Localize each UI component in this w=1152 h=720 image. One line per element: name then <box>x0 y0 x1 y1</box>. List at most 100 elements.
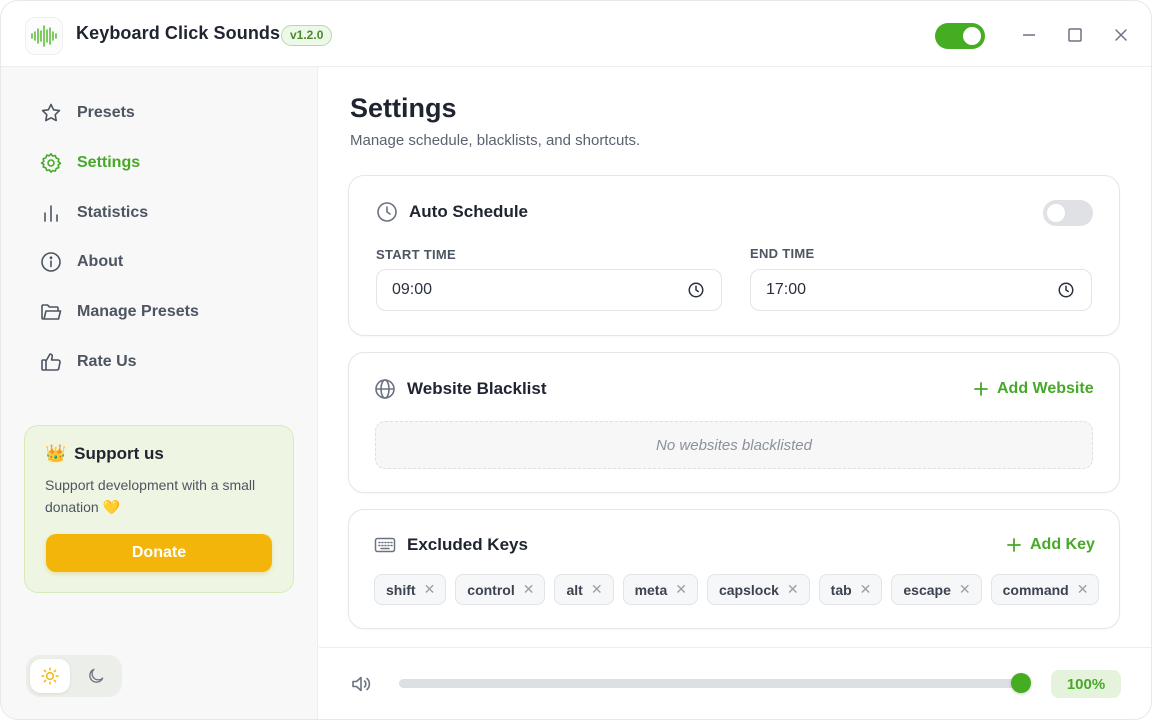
key-chip-label: escape <box>903 581 951 598</box>
add-website-label: Add Website <box>997 380 1094 397</box>
website-blacklist-title: Website Blacklist <box>373 377 547 401</box>
key-chip-escape: escape ✕ <box>891 574 982 605</box>
sidebar-item-statistics[interactable]: Statistics <box>39 199 148 227</box>
info-icon <box>41 252 61 272</box>
end-time-value: 17:00 <box>766 281 807 298</box>
speaker-icon[interactable] <box>349 672 373 696</box>
add-key-button[interactable]: Add Key <box>1006 536 1095 554</box>
excluded-keys-list: shift ✕ control ✕ alt ✕ meta ✕ capslock ✕ tab… <box>374 574 1100 605</box>
auto-schedule-card: Auto Schedule START TIME 09:00 END TIME … <box>348 175 1120 336</box>
add-website-button[interactable]: Add Website <box>973 380 1094 398</box>
toggle-knob <box>1047 204 1065 222</box>
support-card: 👑 Support us Support development with a … <box>24 425 294 593</box>
moon-icon <box>89 668 104 683</box>
app-window: Keyboard Click Sounds v1.2.0 Presets Set… <box>0 0 1152 720</box>
key-chip-label: alt <box>566 581 583 598</box>
crown-icon: 👑 <box>45 444 67 463</box>
support-title: 👑 Support us <box>45 444 164 464</box>
thumbs-up-icon <box>41 353 61 371</box>
remove-key-icon[interactable]: ✕ <box>860 581 872 598</box>
folder-icon <box>41 304 62 320</box>
sidebar-item-rate-us[interactable]: Rate Us <box>39 348 137 376</box>
volume-percent: 100% <box>1051 670 1121 698</box>
key-chip-meta: meta ✕ <box>622 574 698 605</box>
toggle-knob <box>963 27 981 45</box>
card-title-label: Auto Schedule <box>409 202 529 221</box>
key-chip-label: capslock <box>718 581 779 598</box>
star-icon <box>41 103 61 122</box>
close-button[interactable] <box>1109 23 1133 47</box>
sidebar-item-presets[interactable]: Presets <box>39 99 135 127</box>
remove-key-icon[interactable]: ✕ <box>591 581 603 598</box>
sidebar-item-label: About <box>77 253 124 270</box>
bar-chart-icon <box>44 205 58 222</box>
theme-switch <box>26 655 122 697</box>
key-chip-command: command ✕ <box>990 574 1100 605</box>
remove-key-icon[interactable]: ✕ <box>1077 581 1089 598</box>
volume-bar: 100% <box>319 647 1151 719</box>
start-time-value: 09:00 <box>392 281 433 298</box>
clock-icon <box>377 202 397 222</box>
excluded-keys-title: Excluded Keys <box>373 533 528 557</box>
clock-icon <box>1058 282 1074 298</box>
sidebar-item-settings[interactable]: Settings <box>39 149 140 177</box>
remove-key-icon[interactable]: ✕ <box>959 581 971 598</box>
dark-theme-button[interactable] <box>76 659 116 693</box>
app-logo-icon <box>25 17 63 55</box>
add-key-label: Add Key <box>1030 536 1095 553</box>
auto-schedule-toggle[interactable] <box>1043 200 1093 226</box>
volume-slider-fill <box>399 679 1023 688</box>
start-time-label: START TIME <box>376 247 457 262</box>
remove-key-icon[interactable]: ✕ <box>675 581 687 598</box>
volume-slider-track[interactable] <box>399 679 1023 688</box>
sidebar-item-manage-presets[interactable]: Manage Presets <box>39 298 199 326</box>
sidebar-item-label: Presets <box>77 104 135 121</box>
sidebar: Presets Settings Statistics About Manage… <box>1 67 318 719</box>
master-enable-toggle[interactable] <box>935 23 985 49</box>
sun-icon <box>41 667 59 685</box>
card-title-label: Website Blacklist <box>407 379 547 398</box>
key-chip-shift: shift ✕ <box>374 574 447 605</box>
card-title-label: Excluded Keys <box>407 535 528 554</box>
maximize-icon <box>1068 28 1082 42</box>
end-time-label: END TIME <box>750 246 815 261</box>
key-chip-control: control ✕ <box>455 574 546 605</box>
website-blacklist-card: Website Blacklist Add Website No website… <box>348 352 1120 493</box>
sidebar-item-label: Rate Us <box>77 353 137 370</box>
minimize-button[interactable] <box>1017 23 1041 47</box>
key-chip-alt: alt ✕ <box>554 574 614 605</box>
close-icon <box>1115 29 1127 41</box>
remove-key-icon[interactable]: ✕ <box>523 581 535 598</box>
support-description: Support development with a small donatio… <box>45 477 256 515</box>
key-chip-label: tab <box>830 581 852 598</box>
page-subtitle: Manage schedule, blacklists, and shortcu… <box>350 132 641 149</box>
sidebar-item-label: Manage Presets <box>77 303 199 320</box>
version-badge: v1.2.0 <box>281 25 333 46</box>
app-title: Keyboard Click Sounds <box>76 23 281 43</box>
maximize-button[interactable] <box>1063 23 1087 47</box>
support-heading: Support us <box>74 444 164 463</box>
key-chip-label: command <box>1002 581 1069 598</box>
end-time-input[interactable]: 17:00 <box>750 269 1092 311</box>
plus-icon <box>974 382 988 396</box>
title-bar: Keyboard Click Sounds v1.2.0 <box>1 1 1151 67</box>
light-theme-button[interactable] <box>30 659 70 693</box>
key-chip-tab: tab ✕ <box>818 574 883 605</box>
sidebar-item-label: Settings <box>77 154 141 171</box>
volume-slider-handle[interactable] <box>1011 673 1031 693</box>
gear-icon <box>40 153 62 173</box>
minimize-icon <box>1023 34 1035 36</box>
key-chip-label: shift <box>386 581 416 598</box>
sidebar-item-label: Statistics <box>77 204 149 221</box>
excluded-keys-card: Excluded Keys Add Key shift ✕ control ✕ al… <box>348 509 1120 629</box>
remove-key-icon[interactable]: ✕ <box>787 581 799 598</box>
keyboard-icon <box>374 537 396 553</box>
plus-icon <box>1007 538 1021 552</box>
start-time-input[interactable]: 09:00 <box>376 269 722 311</box>
remove-key-icon[interactable]: ✕ <box>424 581 436 598</box>
page-title: Settings <box>350 93 457 123</box>
blacklist-empty-state: No websites blacklisted <box>375 421 1093 469</box>
donate-button[interactable]: Donate <box>46 534 272 572</box>
key-chip-label: meta <box>634 581 668 598</box>
sidebar-item-about[interactable]: About <box>39 248 123 276</box>
